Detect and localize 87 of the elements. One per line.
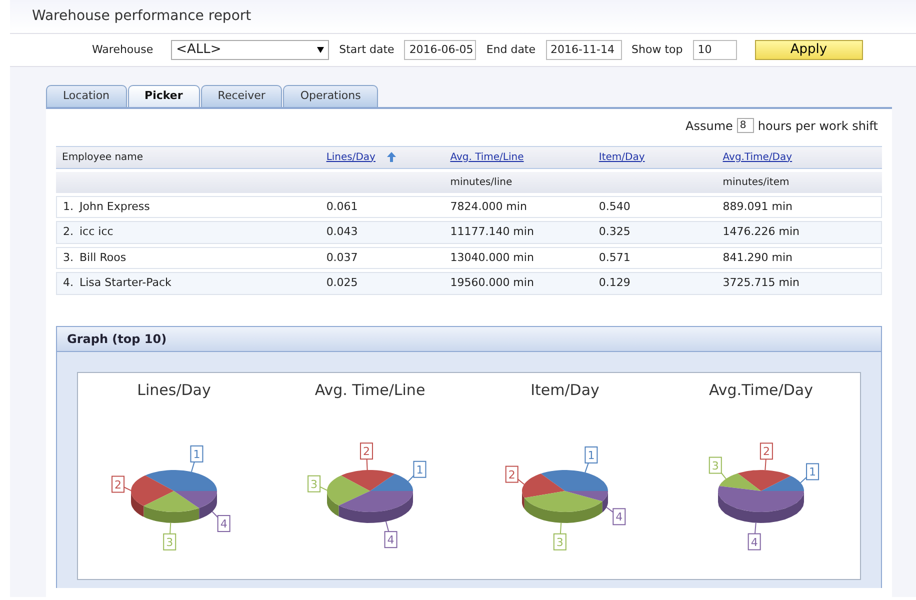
table-cell: 0.043 bbox=[326, 225, 358, 238]
table-cell: 0.571 bbox=[598, 250, 630, 264]
rank-number: 1. bbox=[63, 200, 74, 212]
field-label: Start date bbox=[339, 42, 394, 58]
label-frame bbox=[384, 530, 397, 548]
caret-icon bbox=[317, 47, 324, 53]
warehouse-dropdown[interactable]: <ALL> bbox=[171, 40, 330, 60]
label-frame bbox=[708, 456, 722, 474]
label-frame bbox=[190, 444, 204, 462]
input-field[interactable]: 2016-11-14 bbox=[546, 40, 622, 60]
table-cell: 0.129 bbox=[598, 276, 630, 289]
hours-input[interactable]: 8 bbox=[736, 118, 754, 133]
slice-label: 3 bbox=[310, 477, 318, 490]
window-title: Warehouse performance report bbox=[10, 0, 916, 34]
slice-label: 4 bbox=[750, 535, 758, 548]
chart-title: Lines/Day bbox=[137, 380, 211, 398]
field-label: Show top bbox=[632, 42, 683, 58]
tab[interactable]: Receiver bbox=[200, 85, 282, 106]
label-frame bbox=[217, 514, 230, 532]
slice-label: 2 bbox=[114, 478, 122, 491]
graph-panel-title: Graph (top 10) bbox=[57, 326, 881, 352]
slice-label: 1 bbox=[416, 462, 423, 476]
table-cell: 0.540 bbox=[598, 200, 630, 212]
label-frame bbox=[612, 508, 626, 525]
label-frame bbox=[759, 442, 772, 460]
slice-label: 1 bbox=[193, 447, 200, 460]
slice-label: 4 bbox=[386, 533, 394, 546]
column-header-link[interactable]: Lines/Day bbox=[326, 152, 376, 162]
slice-label: 4 bbox=[220, 517, 228, 530]
employee-name: John Express bbox=[80, 200, 150, 212]
column-header-link[interactable]: Avg. Time/Line bbox=[450, 152, 524, 162]
assume-label: hours per work shift bbox=[758, 118, 878, 134]
chart-title: Avg. Time/Line bbox=[314, 380, 425, 398]
chart-title: Avg.Time/Day bbox=[708, 380, 812, 398]
slice-label: 2 bbox=[762, 444, 770, 458]
table-cell: 7824.000 min bbox=[450, 200, 527, 212]
tab[interactable]: Picker bbox=[128, 85, 200, 106]
input-field[interactable]: 2016-06-05 bbox=[404, 40, 476, 60]
tab[interactable]: Operations bbox=[283, 85, 378, 106]
slice-label: 3 bbox=[166, 535, 174, 548]
table-cell: 0.037 bbox=[326, 250, 358, 264]
column-header: Employee name bbox=[62, 152, 144, 162]
table-cell: 13040.000 min bbox=[450, 250, 534, 264]
label-frame bbox=[806, 462, 819, 480]
slice-label: 1 bbox=[588, 448, 595, 462]
label-frame bbox=[584, 446, 598, 463]
sort-arrow-icon bbox=[387, 152, 396, 162]
table-cell: 841.290 min bbox=[722, 250, 792, 264]
unit-label: minutes/item bbox=[722, 176, 790, 188]
table-cell: 0.061 bbox=[326, 200, 358, 212]
column-header-link[interactable]: Item/Day bbox=[598, 152, 645, 162]
rank-number: 4. bbox=[63, 276, 74, 289]
column-header-link[interactable]: Avg.Time/Day bbox=[722, 152, 792, 162]
assume-label: Assume bbox=[686, 118, 733, 134]
field-label: End date bbox=[486, 42, 536, 58]
slice-label: 2 bbox=[362, 444, 370, 458]
table-cell: 889.091 min bbox=[722, 200, 792, 212]
table-cell: 3725.715 min bbox=[722, 276, 800, 289]
employee-name: Bill Roos bbox=[80, 250, 126, 264]
table-cell: 11177.140 min bbox=[450, 225, 534, 238]
rank-number: 3. bbox=[63, 250, 74, 264]
slice-label: 1 bbox=[808, 465, 816, 478]
field-label: Warehouse bbox=[92, 42, 154, 58]
slice-label: 2 bbox=[508, 468, 516, 481]
input-field[interactable]: 10 bbox=[692, 40, 737, 60]
label-frame bbox=[505, 465, 518, 482]
employee-name: icc icc bbox=[80, 225, 114, 238]
table-cell: 19560.000 min bbox=[450, 276, 534, 289]
rank-number: 2. bbox=[63, 225, 74, 238]
slice-label: 3 bbox=[711, 458, 718, 472]
label-frame bbox=[359, 442, 372, 460]
label-frame bbox=[307, 474, 320, 492]
table-cell: 1476.226 min bbox=[722, 225, 800, 238]
tab[interactable]: Location bbox=[46, 85, 127, 106]
employee-name: Lisa Starter-Pack bbox=[80, 276, 172, 289]
slice-label: 3 bbox=[556, 535, 564, 548]
label-frame bbox=[553, 532, 566, 550]
table-cell: 0.025 bbox=[326, 276, 358, 289]
label-frame bbox=[163, 532, 176, 550]
unit-label: minutes/line bbox=[450, 176, 512, 188]
slice-label: 4 bbox=[616, 510, 623, 524]
label-frame bbox=[747, 532, 760, 550]
label-frame bbox=[112, 475, 125, 492]
table-cell: 0.325 bbox=[598, 225, 630, 238]
label-frame bbox=[412, 460, 426, 478]
apply-button[interactable]: Apply bbox=[754, 40, 863, 60]
chart-title: Item/Day bbox=[530, 380, 600, 398]
